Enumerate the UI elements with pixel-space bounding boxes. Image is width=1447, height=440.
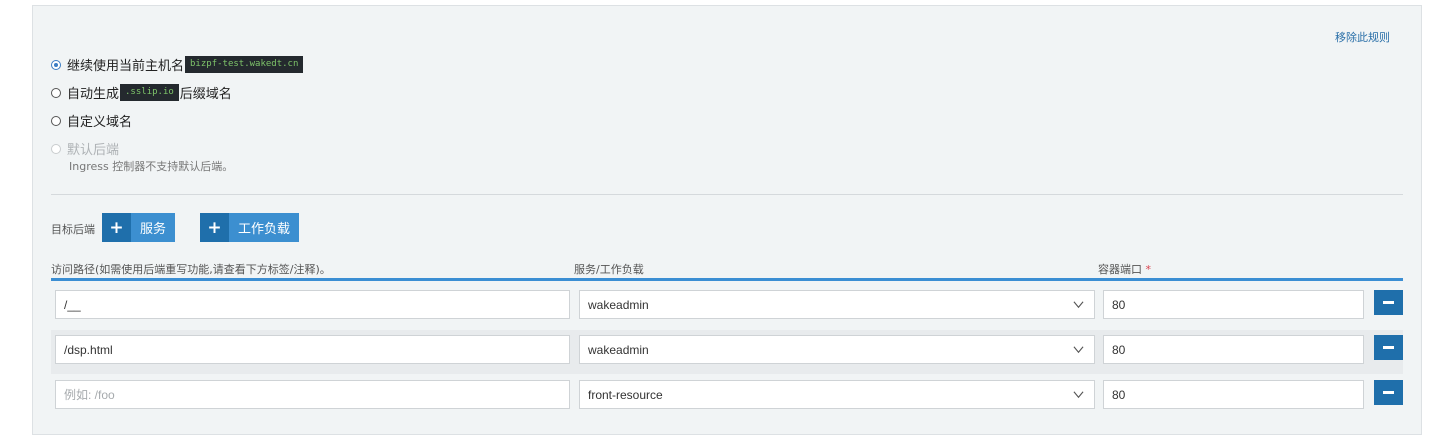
plus-icon: +	[102, 213, 131, 242]
hostname-option-default-backend: 默认后端	[51, 139, 119, 158]
suffix-chip: .sslip.io	[120, 84, 179, 101]
hostname-option-auto[interactable]: 自动生成 .sslip.io 后缀域名	[51, 83, 232, 102]
target-select[interactable]: wakeadmin	[579, 290, 1095, 319]
path-input[interactable]: 例如: /foo	[55, 380, 570, 409]
table-row: /__ wakeadmin 80	[51, 285, 1403, 329]
radio-button[interactable]	[51, 87, 61, 98]
plus-icon: +	[200, 213, 229, 242]
target-select[interactable]: wakeadmin	[579, 335, 1095, 364]
chevron-down-icon	[1073, 301, 1084, 309]
hostname-option-current[interactable]: 继续使用当前主机名 bizpf-test.wakedt.cn	[51, 55, 304, 74]
target-select-value: front-resource	[588, 387, 663, 402]
add-workload-button[interactable]: + 工作负载	[200, 213, 300, 242]
target-backend-label: 目标后端	[51, 223, 95, 236]
target-select-value: wakeadmin	[588, 342, 649, 357]
button-label: 工作负载	[238, 222, 291, 237]
remove-row-button[interactable]	[1374, 380, 1403, 405]
table-row: 例如: /foo front-resource 80	[51, 375, 1403, 419]
port-input[interactable]: 80	[1103, 380, 1364, 409]
chevron-down-icon	[1073, 391, 1084, 399]
default-backend-help: Ingress 控制器不支持默认后端。	[69, 160, 234, 173]
remove-row-button[interactable]	[1374, 335, 1403, 360]
add-service-button[interactable]: + 服务	[102, 213, 176, 242]
remove-rule-link[interactable]: 移除此规则	[1335, 29, 1390, 45]
header-rule	[51, 278, 1403, 281]
button-label: 服务	[140, 222, 167, 237]
minus-icon	[1383, 301, 1394, 304]
option-label: 继续使用当前主机名	[67, 59, 185, 74]
table-row: /dsp.html wakeadmin 80	[51, 330, 1403, 374]
target-select-value: wakeadmin	[588, 297, 649, 312]
chevron-down-icon	[1073, 346, 1084, 354]
ingress-rule-panel: 移除此规则 继续使用当前主机名 bizpf-test.wakedt.cn 自动生…	[32, 5, 1422, 435]
required-mark: *	[1145, 263, 1152, 276]
target-select[interactable]: front-resource	[579, 380, 1095, 409]
option-label-suffix: 后缀域名	[179, 87, 232, 102]
port-input[interactable]: 80	[1103, 290, 1364, 319]
minus-icon	[1383, 391, 1394, 394]
minus-icon	[1383, 346, 1394, 349]
option-label: 自动生成	[67, 87, 120, 102]
radio-button	[51, 143, 61, 154]
option-label: 默认后端	[67, 143, 120, 158]
column-header-path: 访问路径(如需使用后端重写功能,请查看下方标签/注释)。	[51, 263, 331, 276]
hostname-option-custom[interactable]: 自定义域名	[51, 111, 132, 130]
column-header-port: 容器端口 *	[1098, 261, 1151, 277]
remove-row-button[interactable]	[1374, 290, 1403, 315]
path-input[interactable]: /dsp.html	[55, 335, 570, 364]
port-header-label: 容器端口	[1098, 263, 1142, 276]
divider	[51, 194, 1403, 195]
option-label: 自定义域名	[67, 115, 133, 130]
radio-button[interactable]	[51, 115, 61, 126]
port-input[interactable]: 80	[1103, 335, 1364, 364]
radio-button[interactable]	[51, 59, 61, 70]
path-input[interactable]: /__	[55, 290, 570, 319]
hostname-chip: bizpf-test.wakedt.cn	[185, 56, 304, 73]
column-header-target: 服务/工作负载	[574, 263, 644, 276]
